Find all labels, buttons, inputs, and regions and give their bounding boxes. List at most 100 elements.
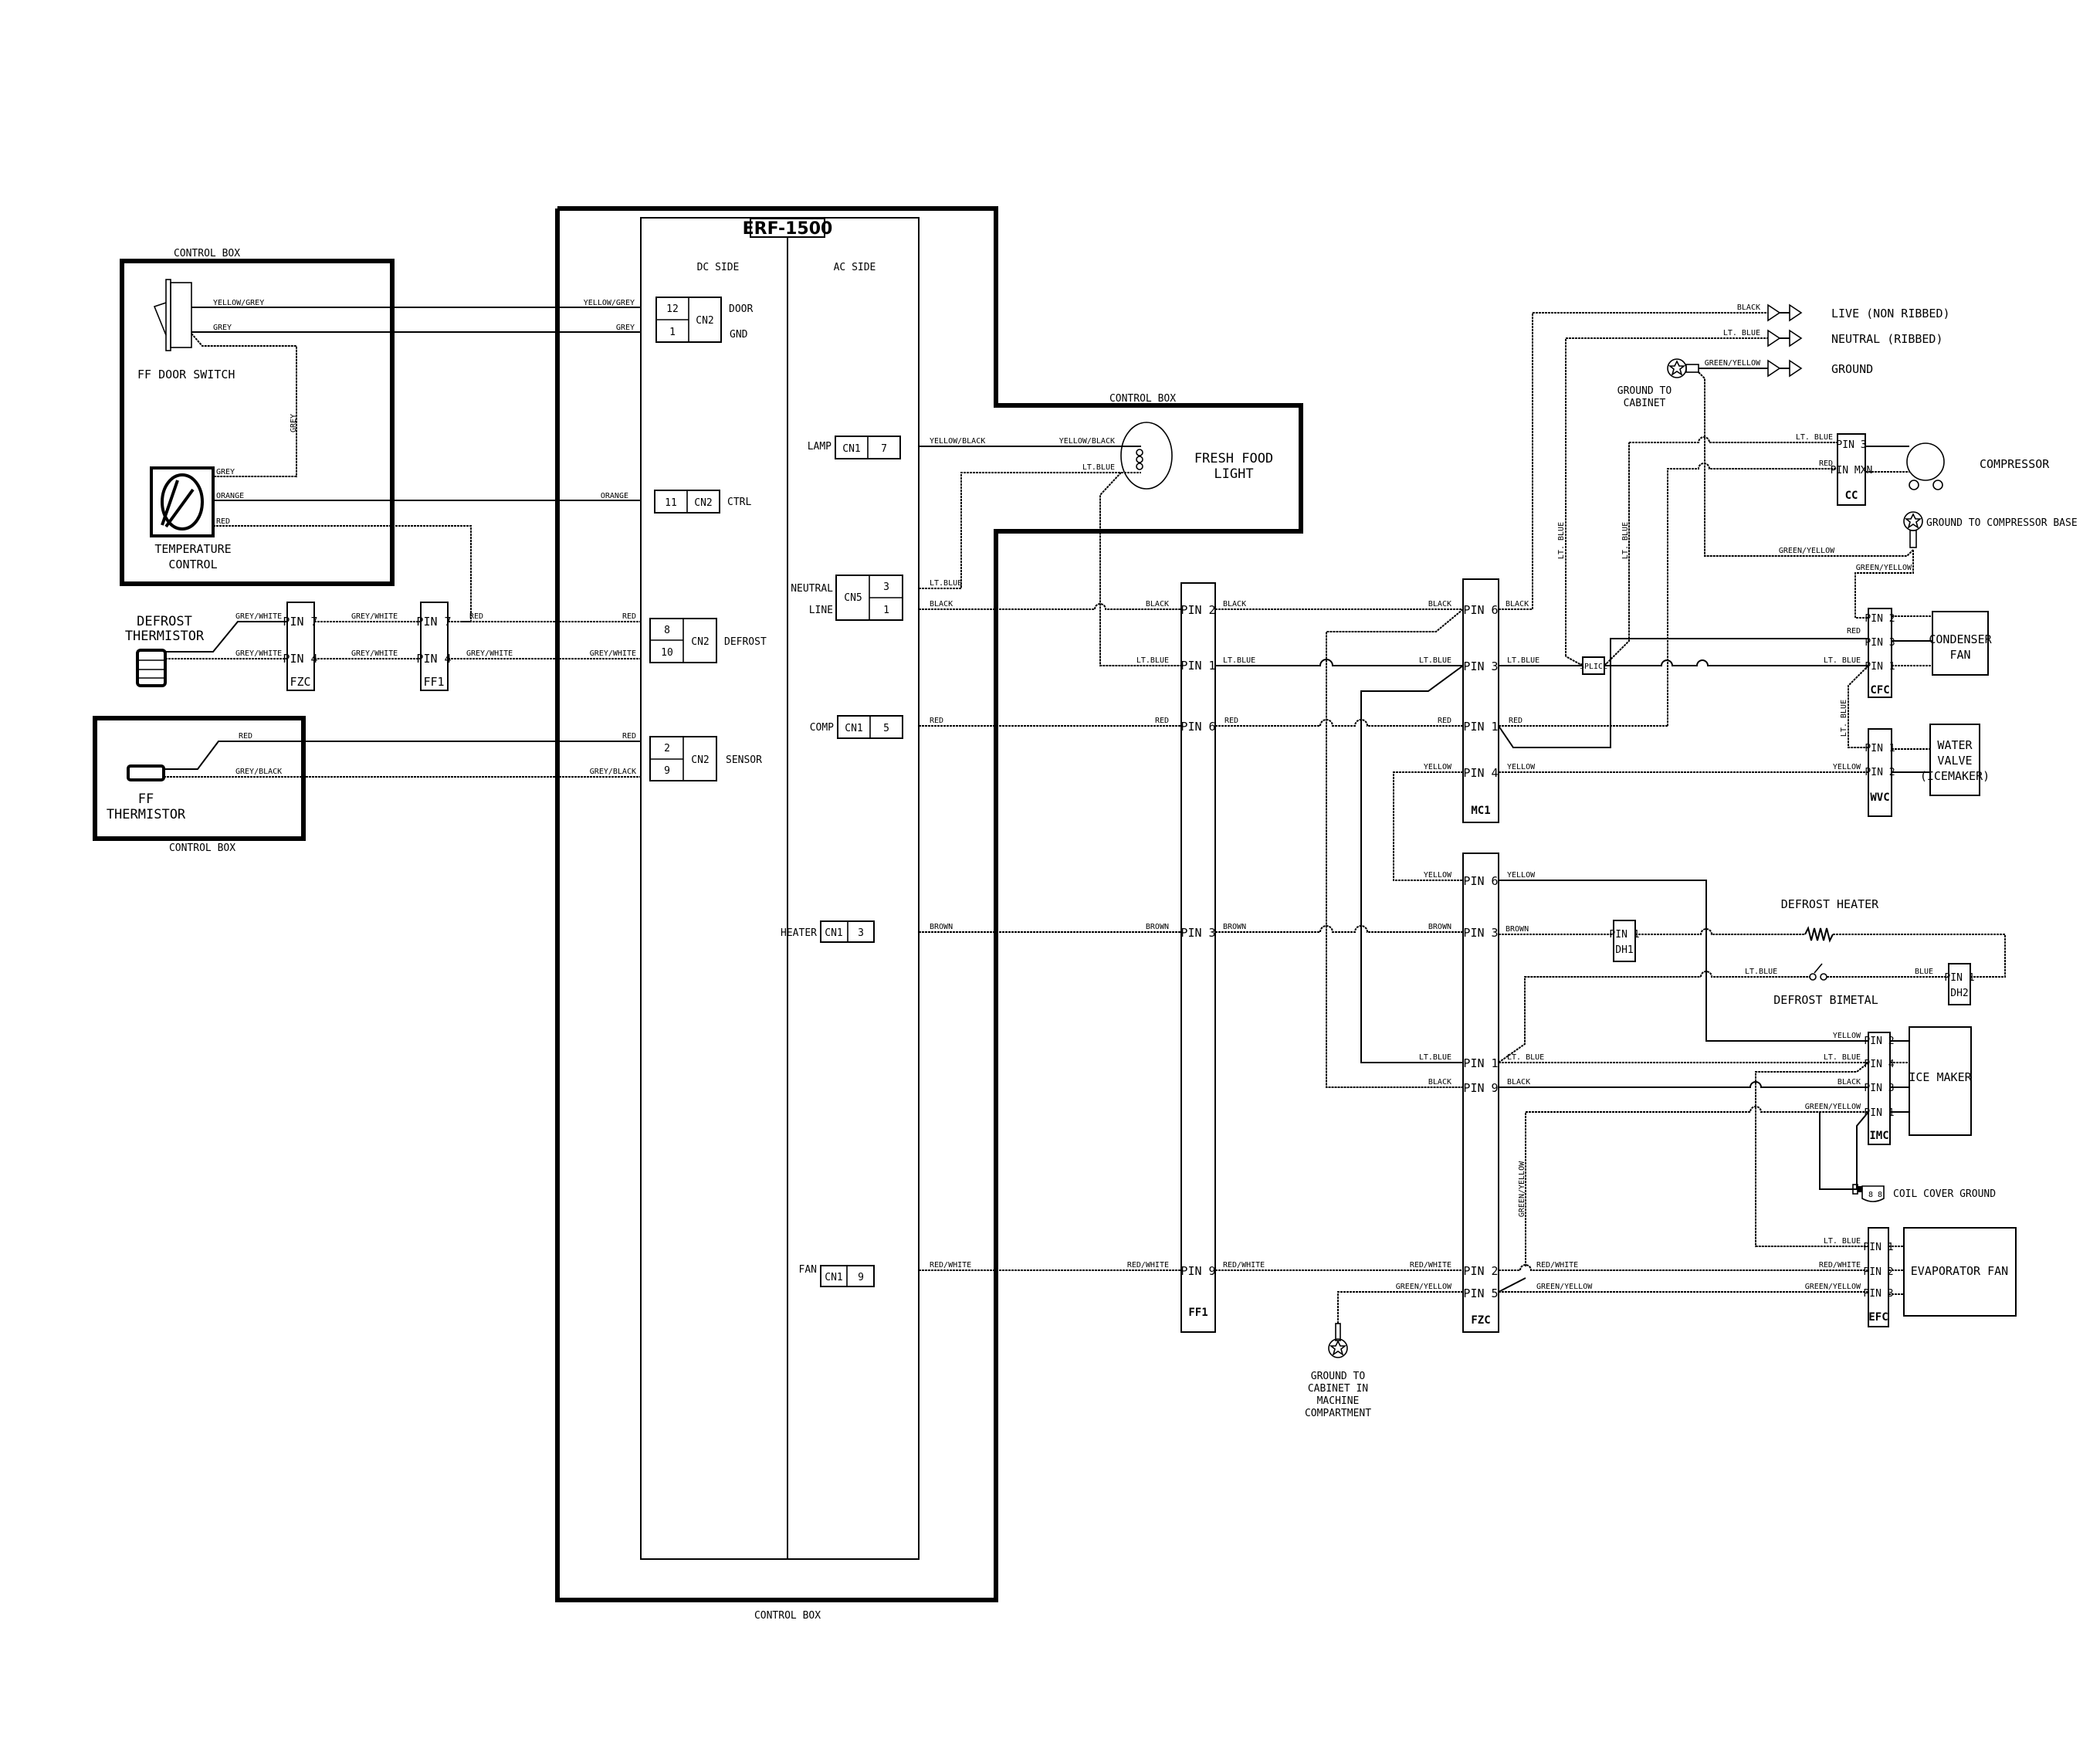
wire-label: BLACK — [1507, 1078, 1530, 1086]
connector-dh1: PIN 1 DH1 — [1609, 920, 1640, 962]
connector-name: CN5 — [844, 592, 862, 604]
wire-label: LT. BLUE — [1824, 1053, 1861, 1062]
connector-name: IMC — [1869, 1130, 1888, 1142]
connector-name: CFC — [1870, 684, 1889, 697]
ground-machine-label-1: GROUND TO — [1311, 1371, 1366, 1382]
pin-label: PIN 1 — [1944, 972, 1974, 984]
wire-label: LT.BLUE — [930, 579, 962, 588]
wire-label: RED — [1438, 717, 1451, 725]
defrost-heater-label: DEFROST HEATER — [1781, 897, 1879, 911]
wire-label: BLACK — [1428, 1078, 1451, 1086]
connector-name: CN2 — [691, 754, 709, 766]
pin-label: PIN 2 — [1463, 1264, 1498, 1278]
connector-name: FZC — [1471, 1314, 1490, 1327]
wire-label: BLACK — [1838, 1078, 1861, 1086]
pin-label: PIN 3 — [1836, 439, 1866, 451]
defrost-bimetal-label: DEFROST BIMETAL — [1773, 993, 1878, 1007]
wire-label: YELLOW — [1833, 763, 1861, 771]
ground-machine-label-3: MACHINE — [1317, 1395, 1360, 1407]
wire-label: GREY — [216, 468, 235, 476]
wire-label: BROWN — [1146, 923, 1169, 931]
pin-label: PIN 3 — [1865, 637, 1895, 649]
control-box-label: CONTROL BOX — [169, 842, 235, 854]
wire-label: BLACK — [1146, 600, 1169, 608]
control-box-label: CONTROL BOX — [754, 1610, 821, 1622]
wire-label: RED — [239, 732, 252, 741]
wire-label: RED — [622, 732, 636, 741]
connector-function: FAN — [799, 1264, 817, 1276]
connector-fzc: PIN 6 PIN 3 PIN 1 PIN 9 PIN 2 PIN 5 FZC — [1462, 853, 1499, 1333]
pin-label: PIN 6 — [1463, 874, 1498, 888]
splice: SPLICE — [1580, 656, 1607, 675]
pin-label: PIN 5 — [1463, 1286, 1498, 1300]
connector-dh2: PIN 1 DH2 — [1944, 963, 1975, 1005]
water-valve-label-3: (ICEMAKER) — [1920, 769, 1990, 783]
wire-label: YELLOW — [1507, 871, 1536, 880]
wire-label: RED/WHITE — [1127, 1261, 1169, 1270]
wire-label: BROWN — [1428, 923, 1451, 931]
pin-label: PIN 6 — [1180, 720, 1215, 734]
pin-number: 3 — [858, 927, 864, 939]
wire-label: LT. BLUE — [1723, 329, 1760, 337]
pin-label: PIN 1 — [1864, 1107, 1894, 1119]
ice-maker: ICE MAKER — [1909, 1026, 1973, 1136]
connector-name: DH1 — [1615, 944, 1633, 956]
wire-label: LT.BLUE — [1507, 656, 1539, 665]
pin-label: PIN 2 — [1864, 1036, 1894, 1047]
wire-label: LT.BLUE — [1136, 656, 1169, 665]
wire-label: ORANGE — [601, 492, 628, 500]
wire-label: RED — [1847, 627, 1861, 636]
coil-cover-ground: 8 8 COIL COVER GROUND — [1852, 1184, 1996, 1202]
pin-label: PIN 3 — [1463, 659, 1498, 673]
ground-cabinet: GROUND TO CABINET — [1617, 358, 1699, 409]
temperature-control-label-2: CONTROL — [168, 558, 217, 571]
pin-number: 7 — [881, 443, 887, 455]
dc-wires-top: YELLOW/GREY YELLOW/GREY GREY GREY GREY G… — [191, 299, 641, 622]
pin-number: 8 — [664, 625, 670, 636]
wire-label: RED — [216, 517, 230, 526]
power-inputs: BLACK BLACK LIVE (NON RIBBED) LT. BLUE N… — [1499, 303, 1950, 656]
wire-label: GREY/WHITE — [351, 612, 398, 621]
wire-label: YELLOW — [1424, 871, 1452, 880]
ground-machine-compartment: GROUND TO CABINET IN MACHINE COMPARTMENT — [1305, 1323, 1371, 1419]
connector-function: LAMP — [808, 441, 832, 453]
wire-label: GREY/BLACK — [235, 768, 282, 776]
wire-label: GREEN/YELLOW — [1536, 1283, 1593, 1291]
temperature-control-label-1: TEMPERATURE — [154, 542, 231, 556]
wire-label: RED — [1509, 717, 1522, 725]
condenser-fan-label-2: FAN — [1949, 648, 1970, 662]
connector-function: CTRL — [727, 497, 751, 508]
pin-label: PIN 4 — [1463, 766, 1498, 780]
wire-label: RED — [930, 717, 943, 725]
pin-label: PIN 4 — [283, 652, 317, 666]
wire-label: GREY/WHITE — [466, 649, 513, 658]
wire-label: BLACK — [1506, 600, 1529, 608]
pin-label: PIN 9 — [1180, 1264, 1215, 1278]
pin-label: PIN 1 — [1463, 1056, 1498, 1070]
dc-side-label: DC SIDE — [697, 262, 740, 273]
connector-ff1-small: PIN 7 PIN 4 FF1 — [416, 602, 452, 691]
board-title: ERF-1500 — [743, 219, 833, 239]
pin-number: 2 — [664, 743, 670, 754]
wire-label: RED/WHITE — [1223, 1261, 1265, 1270]
wire-label: LT.BLUE — [1419, 656, 1451, 665]
wire-label: GREY/WHITE — [351, 649, 398, 658]
connector-name: FZC — [290, 675, 310, 689]
connector-function: DOOR — [729, 303, 753, 315]
wire-label: GREY — [616, 324, 635, 332]
pin-number: 5 — [883, 723, 889, 734]
pin-label: PIN 3 — [1463, 926, 1498, 940]
connector-name: CN1 — [842, 443, 860, 455]
pin-label: PIN 7 — [283, 615, 317, 629]
ac-side-label: AC SIDE — [834, 262, 876, 273]
pin-label: PIN 3 — [1180, 926, 1215, 940]
connector-name: MC1 — [1471, 805, 1490, 817]
wire-label: BLACK — [930, 600, 953, 608]
wire-label: RED — [1155, 717, 1169, 725]
control-board-erf-1500: ERF-1500 DC SIDE AC SIDE — [640, 217, 920, 1560]
connector-ff1: PIN 2 PIN 1 PIN 6 PIN 3 PIN 9 FF1 — [1180, 582, 1216, 1333]
pin-number: 11 — [665, 497, 677, 509]
ice-maker-label: ICE MAKER — [1909, 1070, 1972, 1084]
pin-label: PIN 2 — [1865, 613, 1895, 625]
wire-label: GREEN/YELLOW — [1805, 1283, 1861, 1291]
